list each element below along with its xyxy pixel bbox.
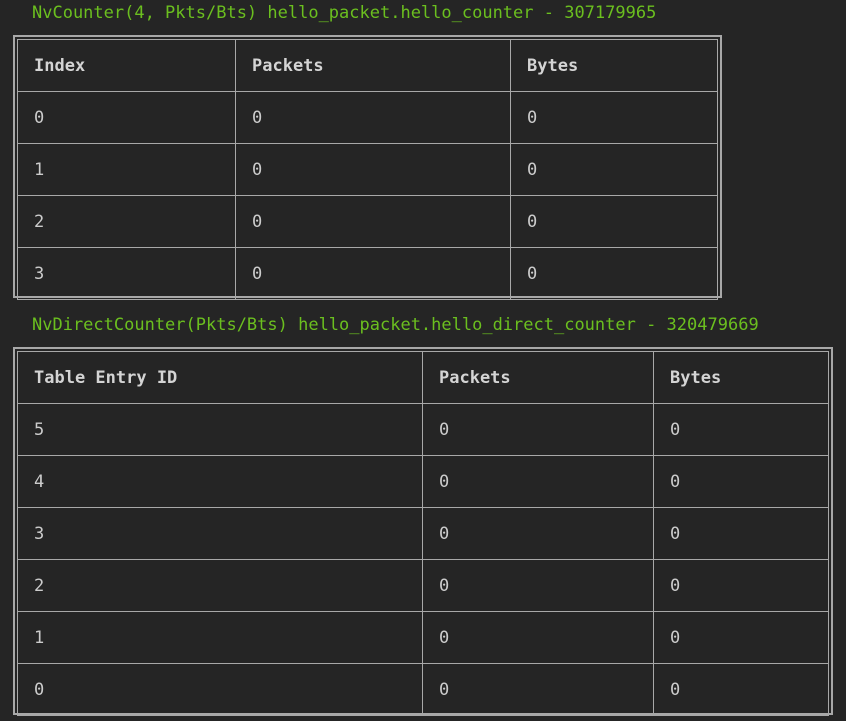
cell-packets: 0	[422, 559, 654, 612]
cell-index: 0	[17, 91, 236, 144]
direct-counter-title: NvDirectCounter(Pkts/Bts) hello_packet.h…	[32, 315, 759, 335]
cell-bytes: 0	[653, 611, 829, 664]
cell-packets: 0	[422, 403, 654, 456]
cell-packets: 0	[422, 455, 654, 508]
cell-packets: 0	[235, 195, 511, 248]
table-row: 2 0 0	[17, 559, 829, 612]
cell-packets: 0	[235, 91, 511, 144]
table-row: 4 0 0	[17, 455, 829, 508]
cell-entry-id: 0	[17, 663, 423, 716]
table-row: 0 0 0	[17, 663, 829, 716]
table-header-row: Table Entry ID Packets Bytes	[17, 351, 829, 404]
table-row: 2 0 0	[17, 195, 718, 248]
cell-entry-id: 3	[17, 507, 423, 560]
cell-bytes: 0	[510, 91, 718, 144]
direct-counter-table: Table Entry ID Packets Bytes 5 0 0 4 0 0…	[17, 351, 829, 716]
cell-bytes: 0	[510, 195, 718, 248]
counter-title: NvCounter(4, Pkts/Bts) hello_packet.hell…	[32, 3, 657, 23]
cell-packets: 0	[235, 143, 511, 196]
table-row: 5 0 0	[17, 403, 829, 456]
cell-packets: 0	[422, 663, 654, 716]
cell-index: 3	[17, 247, 236, 300]
cell-packets: 0	[235, 247, 511, 300]
cell-bytes: 0	[653, 663, 829, 716]
cell-packets: 0	[422, 507, 654, 560]
counter-table-frame: Index Packets Bytes 0 0 0 1 0 0 2 0 0 3 …	[13, 35, 722, 300]
cell-entry-id: 5	[17, 403, 423, 456]
table-row: 3 0 0	[17, 507, 829, 560]
table-row: 0 0 0	[17, 91, 718, 144]
table-row: 1 0 0	[17, 143, 718, 196]
cell-entry-id: 2	[17, 559, 423, 612]
column-header-index: Index	[17, 39, 236, 92]
cell-bytes: 0	[653, 507, 829, 560]
table-row: 3 0 0	[17, 247, 718, 300]
cell-index: 1	[17, 143, 236, 196]
column-header-table-entry-id: Table Entry ID	[17, 351, 423, 404]
cell-bytes: 0	[510, 247, 718, 300]
column-header-packets: Packets	[235, 39, 511, 92]
table-header-row: Index Packets Bytes	[17, 39, 718, 92]
cell-bytes: 0	[653, 455, 829, 508]
cell-bytes: 0	[653, 403, 829, 456]
cell-packets: 0	[422, 611, 654, 664]
cell-entry-id: 1	[17, 611, 423, 664]
cell-bytes: 0	[653, 559, 829, 612]
direct-counter-table-frame: Table Entry ID Packets Bytes 5 0 0 4 0 0…	[13, 347, 833, 716]
cell-entry-id: 4	[17, 455, 423, 508]
cell-index: 2	[17, 195, 236, 248]
column-header-bytes: Bytes	[653, 351, 829, 404]
counter-table: Index Packets Bytes 0 0 0 1 0 0 2 0 0 3 …	[17, 39, 718, 300]
column-header-bytes: Bytes	[510, 39, 718, 92]
column-header-packets: Packets	[422, 351, 654, 404]
table-row: 1 0 0	[17, 611, 829, 664]
cell-bytes: 0	[510, 143, 718, 196]
